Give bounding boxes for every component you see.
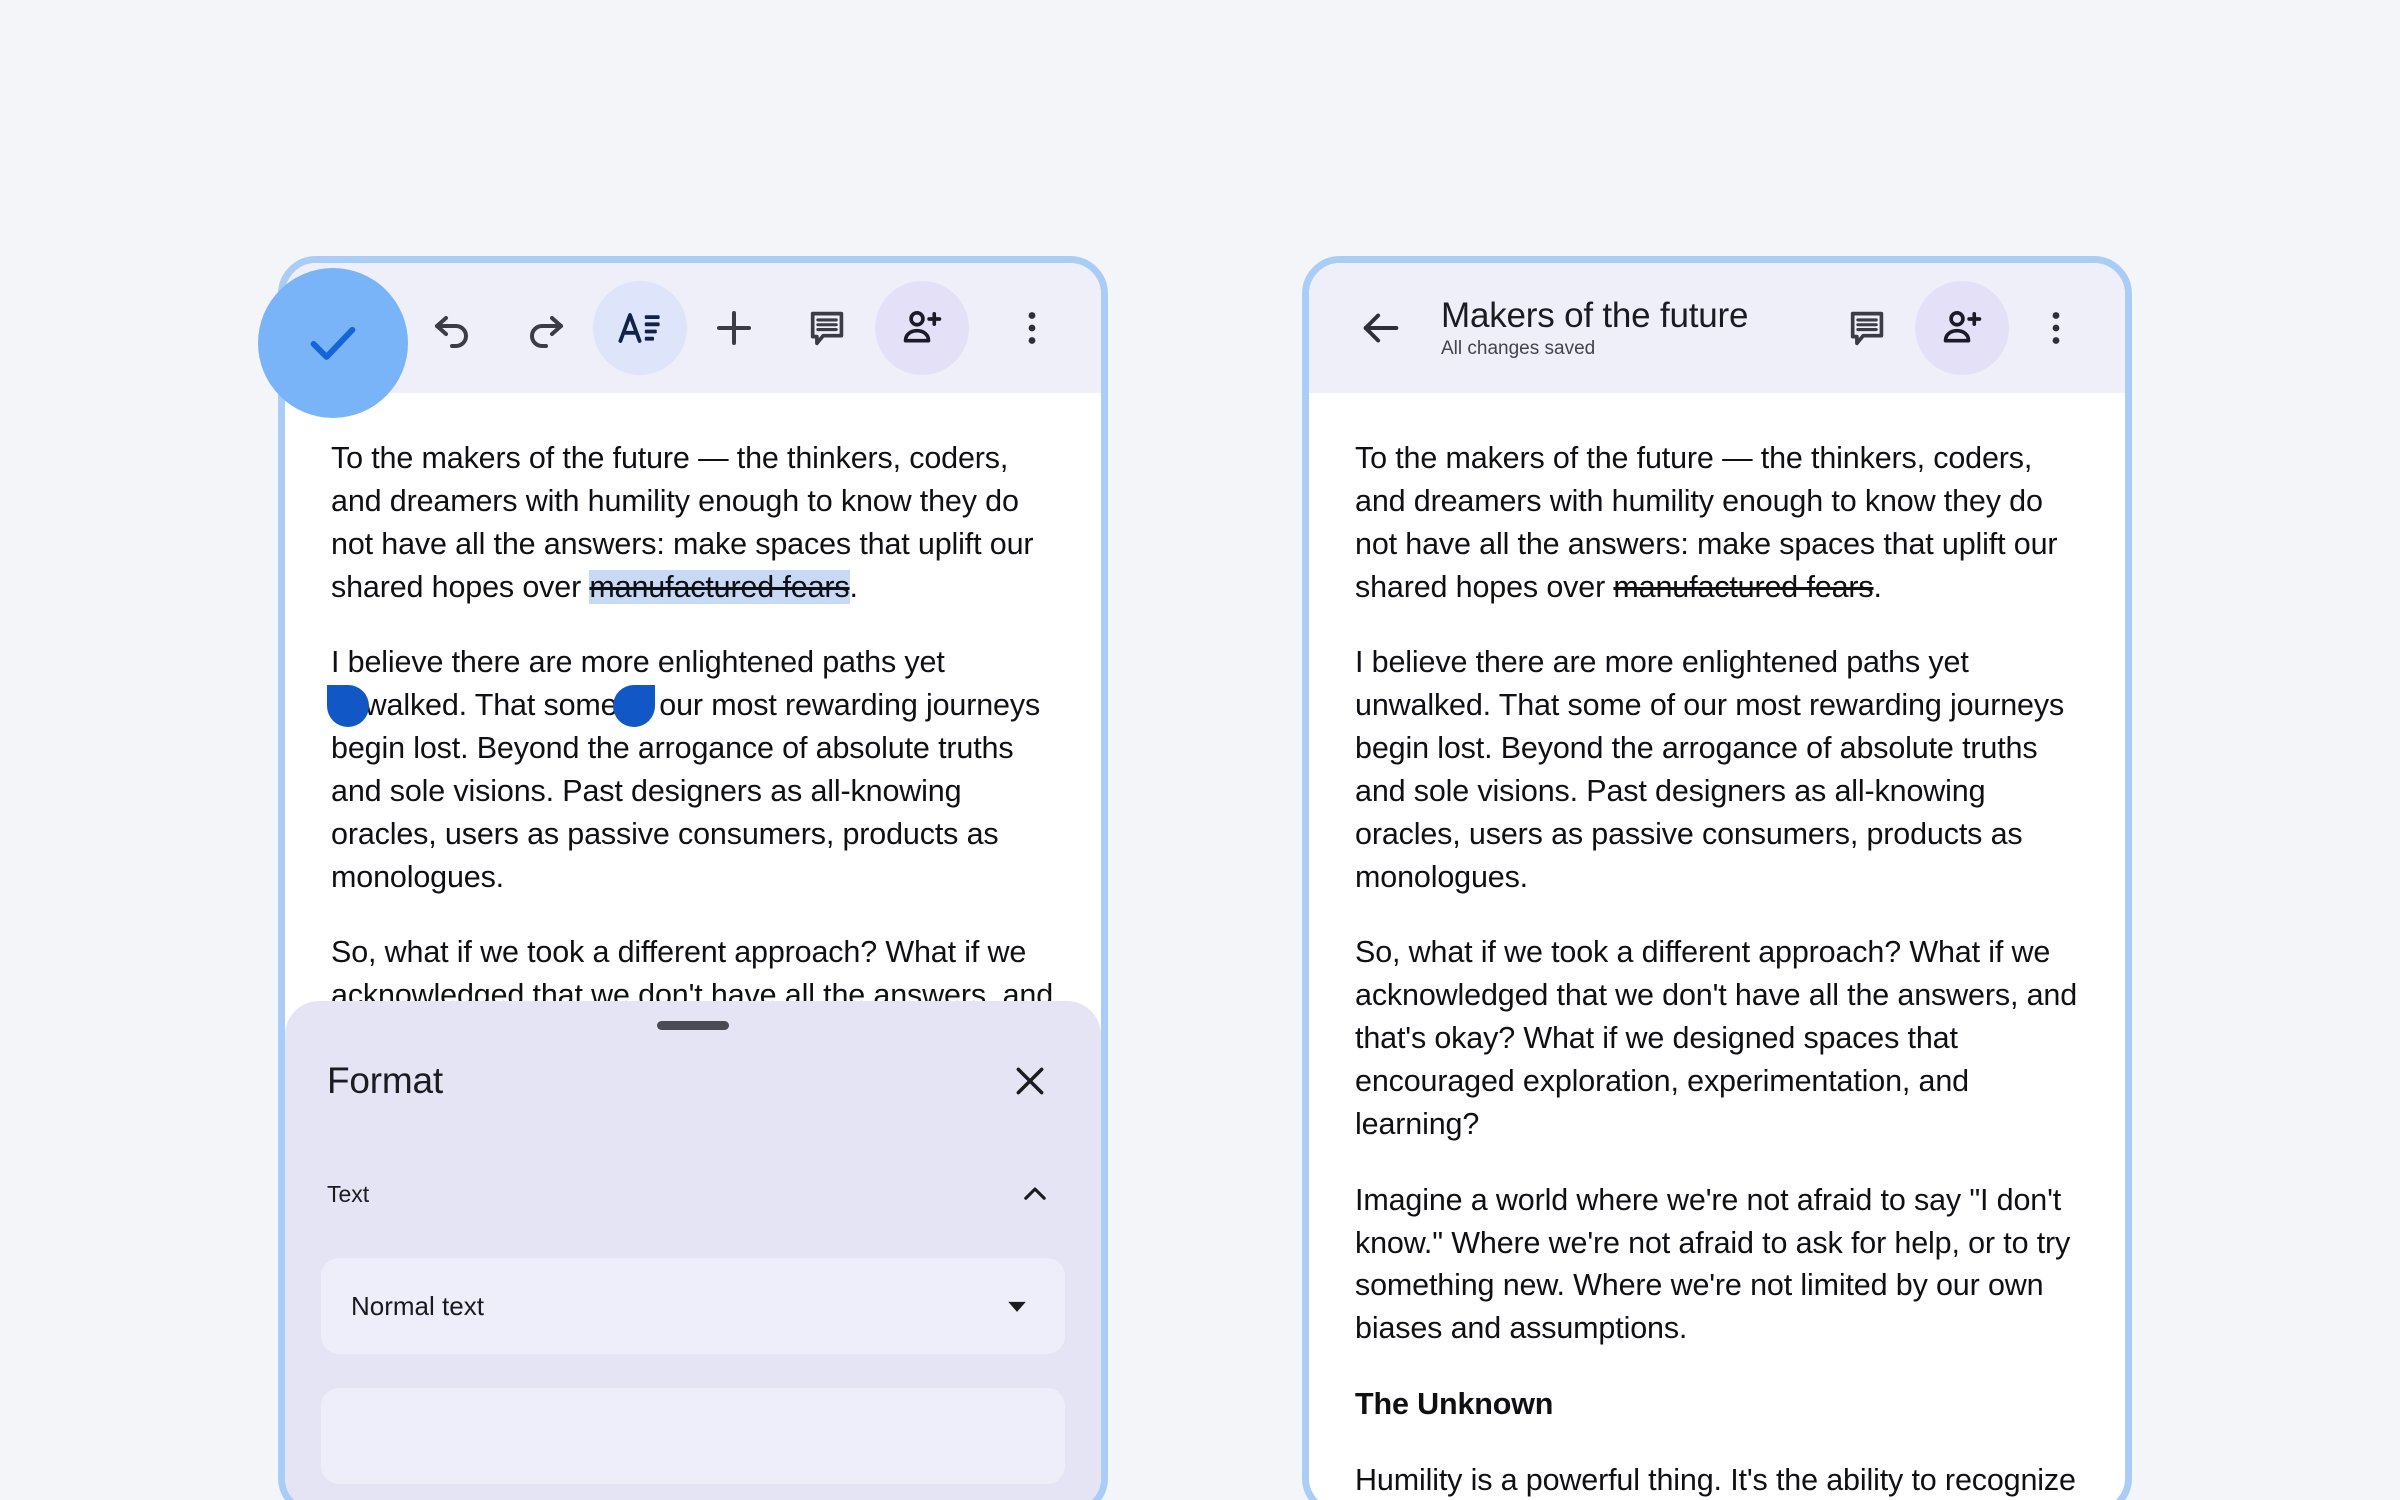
person-add-icon: [1943, 311, 1982, 343]
app-header: Makers of the future All changes saved: [1309, 263, 2125, 393]
plus-icon: [717, 311, 751, 345]
chevron-down-icon: [1008, 1301, 1026, 1312]
paragraph-text-tail: .: [1873, 569, 1882, 604]
undo-icon: [435, 316, 468, 348]
chevron-up-icon: [1024, 1187, 1046, 1200]
more-vertical-icon: [1028, 312, 1036, 344]
more-vertical-icon: [2052, 312, 2060, 344]
paragraph-text-tail: .: [849, 569, 858, 604]
document-paragraph: To the makers of the future — the thinke…: [1355, 437, 2079, 608]
format-section-text[interactable]: Text: [321, 1170, 1065, 1218]
document-paragraph: Imagine a world where we're not afraid t…: [1355, 1182, 2071, 1346]
phone-mockup-left: To the makers of the future — the thinke…: [278, 256, 1108, 1500]
close-button[interactable]: [1001, 1052, 1059, 1110]
selection-handle-end[interactable]: [613, 685, 655, 727]
confirm-selection-button[interactable]: [258, 268, 408, 418]
comment-icon: [1850, 311, 1884, 346]
format-bottom-sheet: Format Text Normal text: [285, 1001, 1101, 1500]
back-button[interactable]: [1339, 286, 1423, 370]
share-button[interactable]: [875, 281, 969, 375]
document-paragraph: So, what if we took a different approach…: [1355, 935, 2078, 1141]
document-paragraph: To the makers of the future — the thinke…: [331, 437, 1055, 608]
sheet-title: Format: [327, 1060, 443, 1101]
redo-button[interactable]: [499, 281, 593, 375]
format-button[interactable]: [593, 281, 687, 375]
format-control-partial[interactable]: [321, 1388, 1065, 1484]
document-paragraph: I believe there are more enlightened pat…: [331, 645, 1041, 894]
text-format-icon: [618, 313, 660, 343]
document-paragraph: Humility is a powerful thing. It's the a…: [1355, 1462, 2076, 1497]
selection-handle-start[interactable]: [327, 685, 369, 727]
section-label: Text: [327, 1180, 370, 1207]
close-icon: [1016, 1067, 1044, 1095]
document-canvas-right[interactable]: To the makers of the future — the thinke…: [1309, 393, 2125, 1500]
struck-text: manufactured fears: [1613, 569, 1874, 604]
header-titles[interactable]: Makers of the future All changes saved: [1441, 296, 1821, 360]
paragraph-style-value: Normal text: [351, 1290, 484, 1321]
document-paragraph: I believe there are more enlightened pat…: [1355, 645, 2065, 894]
share-button[interactable]: [1915, 281, 2009, 375]
sheet-titlebar: Format: [321, 1052, 1065, 1110]
save-status: All changes saved: [1441, 338, 1596, 360]
document-canvas-left[interactable]: To the makers of the future — the thinke…: [285, 393, 1101, 1500]
document-title[interactable]: Makers of the future: [1441, 296, 1821, 335]
more-options-button[interactable]: [985, 281, 1079, 375]
check-icon: [310, 326, 356, 360]
arrow-left-icon: [1363, 313, 1399, 343]
redo-icon: [530, 316, 563, 348]
comment-icon: [810, 311, 844, 346]
comment-button[interactable]: [781, 281, 875, 375]
comment-button[interactable]: [1821, 281, 1915, 375]
document-heading: The Unknown: [1355, 1387, 1554, 1422]
sheet-drag-handle[interactable]: [657, 1021, 729, 1030]
selected-text[interactable]: manufactured fears: [589, 569, 850, 604]
undo-button[interactable]: [405, 281, 499, 375]
insert-button[interactable]: [687, 281, 781, 375]
person-add-icon: [903, 311, 942, 343]
phone-mockup-right: Makers of the future All changes saved T…: [1302, 256, 2132, 1500]
collapse-toggle[interactable]: [1011, 1170, 1059, 1218]
more-options-button[interactable]: [2009, 281, 2103, 375]
editor-toolbar: [285, 263, 1101, 393]
paragraph-style-select[interactable]: Normal text: [321, 1258, 1065, 1354]
